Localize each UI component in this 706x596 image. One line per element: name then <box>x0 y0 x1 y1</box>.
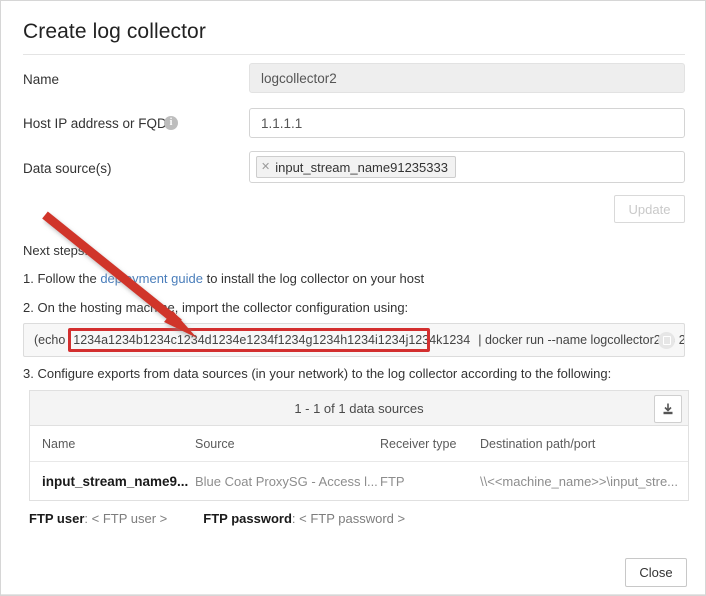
cell-receiver-type: FTP <box>380 474 480 489</box>
name-label: Name <box>23 72 59 87</box>
cell-source: Blue Coat ProxySG - Access l... <box>195 474 380 489</box>
table-row[interactable]: input_stream_name9... Blue Coat ProxySG … <box>30 462 688 500</box>
ftp-user-value: < FTP user > <box>92 511 168 526</box>
table-header-row: Name Source Receiver type Destination pa… <box>30 426 688 462</box>
step-2: 2. On the hosting machine, import the co… <box>23 300 408 315</box>
command-token: 1234a1234b1234c1234d1234e1234f1234g1234h… <box>65 333 470 347</box>
step-1-suffix: to install the log collector on your hos… <box>203 271 424 286</box>
next-steps-heading: Next steps: <box>23 243 88 258</box>
data-source-chip[interactable]: ✕ input_stream_name91235333 <box>256 156 456 178</box>
command-prefix: (echo <box>24 333 65 347</box>
step-3: 3. Configure exports from data sources (… <box>23 366 611 381</box>
column-header-name: Name <box>30 437 195 451</box>
data-sources-table: 1 - 1 of 1 data sources Name Source Rece… <box>29 390 689 501</box>
ftp-user-sep: : <box>84 511 91 526</box>
step-1: 1. Follow the deployment guide to instal… <box>23 271 424 286</box>
info-icon[interactable]: i <box>164 116 178 130</box>
data-sources-label: Data source(s) <box>23 161 112 176</box>
page-title: Create log collector <box>23 20 206 44</box>
copy-icon[interactable] <box>658 332 675 349</box>
command-suffix: | docker run --name logcollector2 -p 21:… <box>470 333 685 347</box>
name-input[interactable]: logcollector2 <box>249 63 685 93</box>
table-summary-bar: 1 - 1 of 1 data sources <box>30 391 688 426</box>
host-input[interactable]: 1.1.1.1 <box>249 108 685 138</box>
title-divider <box>23 54 685 55</box>
table-summary-text: 1 - 1 of 1 data sources <box>294 401 423 416</box>
data-sources-input[interactable]: ✕ input_stream_name91235333 <box>249 151 685 183</box>
docker-command-field[interactable]: (echo 1234a1234b1234c1234d1234e1234f1234… <box>23 323 685 357</box>
footer-divider <box>1 594 706 595</box>
host-label: Host IP address or FQDN <box>23 116 177 131</box>
create-log-collector-dialog: Create log collector Name logcollector2 … <box>0 0 706 596</box>
ftp-password-value: < FTP password > <box>299 511 405 526</box>
chip-remove-icon[interactable]: ✕ <box>261 162 270 173</box>
download-icon[interactable] <box>654 395 682 423</box>
ftp-password-label: FTP password <box>203 511 292 526</box>
cell-name: input_stream_name9... <box>30 474 195 489</box>
update-button[interactable]: Update <box>614 195 685 223</box>
deployment-guide-link[interactable]: deployment guide <box>100 271 203 286</box>
ftp-user-label: FTP user <box>29 511 84 526</box>
column-header-receiver-type: Receiver type <box>380 437 480 451</box>
column-header-source: Source <box>195 437 380 451</box>
close-button[interactable]: Close <box>625 558 687 587</box>
chip-label: input_stream_name91235333 <box>275 160 448 175</box>
column-header-destination: Destination path/port <box>480 437 688 451</box>
step-1-prefix: 1. Follow the <box>23 271 100 286</box>
cell-destination: \\<<machine_name>>\input_stre... <box>480 474 688 489</box>
ftp-credentials: FTP user: < FTP user >FTP password: < FT… <box>29 511 405 526</box>
